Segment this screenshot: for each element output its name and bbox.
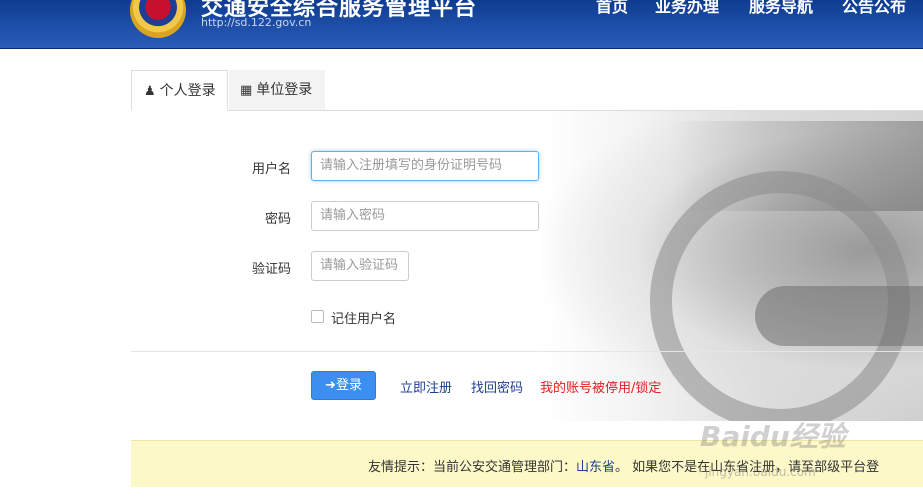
remember-username-label[interactable]: 记住用户名 [331,308,396,327]
user-icon: ♟ [144,84,156,99]
login-button-label: 登录 [335,378,362,393]
recover-password-link[interactable]: 找回密码 [471,377,523,396]
police-emblem-icon [130,0,186,38]
notice-prefix: 友情提示：当前公安交通管理部门： [368,460,577,475]
baidu-watermark: Baidu经验 [700,420,846,453]
tab-personal-login[interactable]: ♟ 个人登录 [131,70,228,111]
driver-background-image [540,111,923,421]
nav-service-guide[interactable]: 服务导航 [749,0,813,17]
site-url: http://sd.122.gov.cn [201,16,312,29]
tab-organization-login[interactable]: ▦ 单位登录 [229,70,325,110]
password-label: 密码 [264,212,291,227]
nav-home[interactable]: 首页 [596,0,628,17]
tab-label: 个人登录 [159,83,216,99]
register-link[interactable]: 立即注册 [400,377,452,396]
username-input[interactable]: 请输入注册填写的身份证明号码 [311,151,539,181]
captcha-input[interactable]: 请输入验证码 [311,251,409,281]
login-button[interactable]: ➜登录 [311,371,376,400]
login-icon: ➜ [325,378,336,393]
account-locked-link[interactable]: 我的账号被停用/锁定 [540,377,661,396]
nav-announcements[interactable]: 公告公布 [842,0,906,17]
nav-business[interactable]: 业务办理 [655,0,719,17]
form-divider [131,351,923,352]
site-header: 交通安全综合服务管理平台 http://sd.122.gov.cn 首页 业务办… [0,0,923,49]
building-icon: ▦ [240,83,253,98]
captcha-label: 验证码 [251,262,291,277]
baidu-watermark-url: jingyan.baidu.com [705,465,816,479]
password-input[interactable]: 请输入密码 [311,201,539,231]
remember-username-checkbox[interactable] [311,310,324,323]
username-label: 用户名 [251,162,291,177]
notice-province[interactable]: 山东省 [576,460,615,475]
tab-label: 单位登录 [256,82,313,98]
driver-arm [755,286,923,346]
